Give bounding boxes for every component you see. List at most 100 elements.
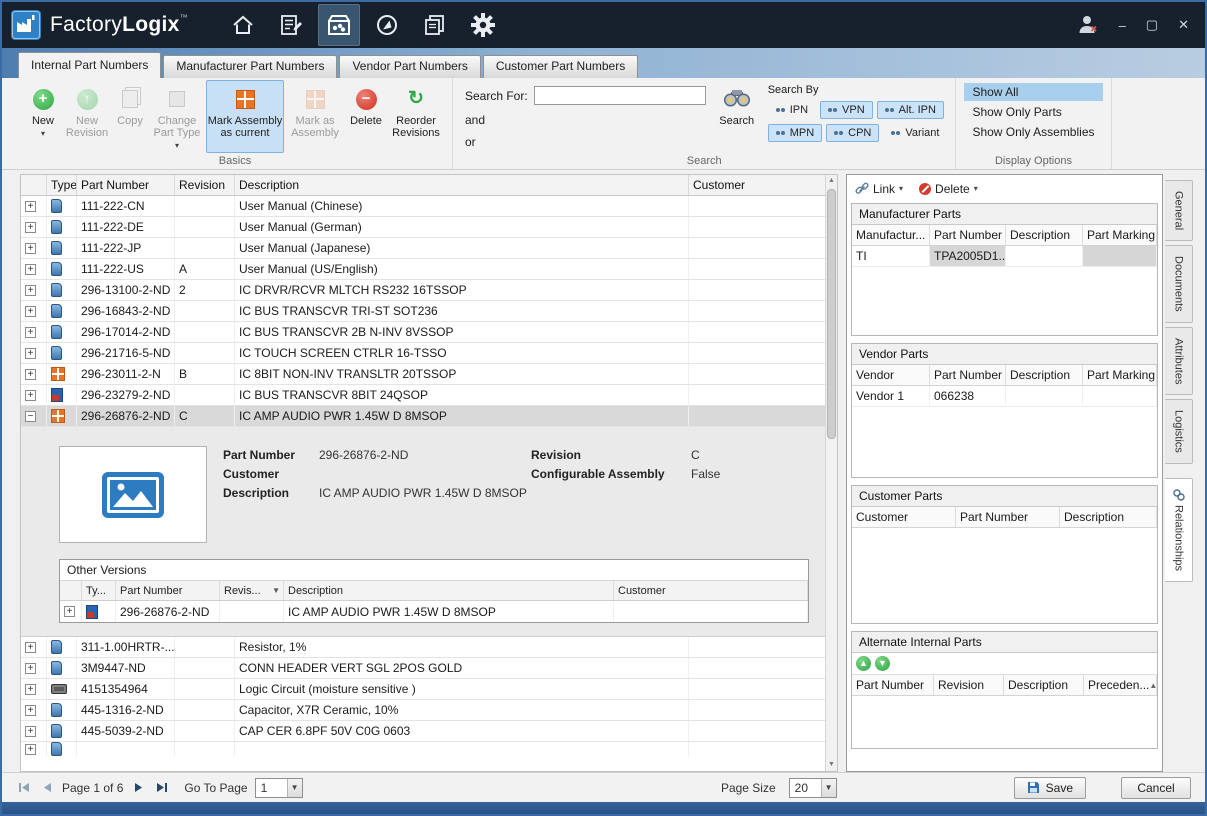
revision-cell[interactable] <box>175 238 235 258</box>
part-row[interactable]: + 296-23011-2-N B IC 8BIT NON-INV TRANSL… <box>21 364 826 385</box>
part-image-placeholder[interactable] <box>59 446 207 543</box>
revision-cell[interactable]: 2 <box>175 280 235 300</box>
new-revision-button[interactable]: ↑ New Revision <box>62 80 112 153</box>
col-header-description[interactable]: Description <box>1060 507 1157 527</box>
expand-button[interactable]: + <box>25 705 36 716</box>
col-header-vendor[interactable]: Vendor <box>852 365 930 385</box>
col-header-description[interactable]: Description <box>1006 225 1083 245</box>
navigator-icon[interactable] <box>366 4 408 46</box>
col-header-revision[interactable]: Revis...▼ <box>220 581 284 600</box>
mark-as-assembly-button[interactable]: Mark as Assembly <box>284 80 346 153</box>
customer-cell[interactable] <box>689 364 826 384</box>
side-tab-attributes[interactable]: Attributes <box>1165 327 1193 395</box>
customer-cell[interactable] <box>689 196 826 216</box>
maximize-button[interactable]: ▢ <box>1146 17 1158 33</box>
filter-chip-cpn[interactable]: CPN <box>826 124 879 142</box>
user-logout-icon[interactable] <box>1077 13 1099 38</box>
page-size-select[interactable]: 20 ▼ <box>789 778 837 798</box>
col-header-manufacturer[interactable]: Manufactur... <box>852 225 930 245</box>
reorder-revisions-button[interactable]: ↻ Reorder Revisions <box>386 80 446 153</box>
vertical-scrollbar[interactable]: ▲ ▼ <box>825 175 837 771</box>
revision-cell[interactable] <box>175 196 235 216</box>
customer-cell[interactable] <box>689 343 826 363</box>
customer-cell[interactable] <box>689 217 826 237</box>
part-number-cell[interactable]: 296-16843-2-ND <box>77 301 175 321</box>
revision-cell[interactable]: B <box>175 364 235 384</box>
filter-chip-ipn[interactable]: IPN <box>768 101 816 119</box>
col-header-customer[interactable]: Customer <box>614 581 808 600</box>
link-button[interactable]: Link▾ <box>855 182 903 196</box>
revision-cell[interactable]: C <box>175 406 235 426</box>
part-number-cell[interactable]: 296-26876-2-ND <box>77 406 175 426</box>
description-cell[interactable]: IC AMP AUDIO PWR 1.45W D 8MSOP <box>284 601 614 622</box>
description-cell[interactable]: IC DRVR/RCVR MLTCH RS232 16TSSOP <box>235 280 689 300</box>
filter-chip-variant[interactable]: Variant <box>883 124 947 142</box>
cancel-button[interactable]: Cancel <box>1121 777 1191 799</box>
part-number-cell[interactable]: 3M9447-ND <box>77 658 175 678</box>
col-header-description[interactable]: Description <box>235 175 689 195</box>
expand-button[interactable]: + <box>25 264 36 275</box>
part-number-cell[interactable]: 111-222-US <box>77 259 175 279</box>
first-page-button[interactable] <box>16 781 32 795</box>
col-header-customer[interactable]: Customer <box>689 175 826 195</box>
col-header-description[interactable]: Description <box>1004 675 1084 695</box>
col-header-part-number[interactable]: Part Number <box>77 175 175 195</box>
worksheet-icon[interactable] <box>270 4 312 46</box>
col-header-type[interactable]: Type <box>47 175 77 195</box>
expand-button[interactable]: + <box>25 222 36 233</box>
part-row[interactable]: + 296-21716-5-ND IC TOUCH SCREEN CTRLR 1… <box>21 343 826 364</box>
description-cell[interactable]: IC AMP AUDIO PWR 1.45W D 8MSOP <box>235 406 689 426</box>
filter-chip-mpn[interactable]: MPN <box>768 124 822 142</box>
description-cell[interactable] <box>1006 386 1083 406</box>
part-number-cell[interactable]: 111-222-JP <box>77 238 175 258</box>
scroll-up-icon[interactable]: ▲ <box>826 175 837 187</box>
col-header-part-marking[interactable]: Part Marking <box>1083 225 1157 245</box>
part-row[interactable]: + 296-13100-2-ND 2 IC DRVR/RCVR MLTCH RS… <box>21 280 826 301</box>
expand-button[interactable]: + <box>25 726 36 737</box>
revision-cell[interactable] <box>175 301 235 321</box>
part-row[interactable]: + 111-222-US A User Manual (US/English) <box>21 259 826 280</box>
expand-button[interactable]: + <box>25 390 36 401</box>
settings-gear-icon[interactable] <box>462 4 504 46</box>
home-icon[interactable] <box>222 4 264 46</box>
part-number-cell[interactable]: 296-26876-2-ND <box>116 601 220 622</box>
expand-button[interactable]: + <box>25 642 36 653</box>
expand-button[interactable]: + <box>25 684 36 695</box>
part-number-cell[interactable]: 296-13100-2-ND <box>77 280 175 300</box>
part-number-cell[interactable]: 296-23011-2-N <box>77 364 175 384</box>
revision-cell[interactable] <box>175 700 235 720</box>
part-number-cell[interactable]: TPA2005D1... <box>930 246 1006 266</box>
documents-icon[interactable] <box>414 4 456 46</box>
scroll-down-icon[interactable]: ▼ <box>826 759 837 771</box>
show-only-assemblies-option[interactable]: Show Only Assemblies <box>964 123 1102 141</box>
customer-cell[interactable] <box>689 322 826 342</box>
search-button[interactable]: Search <box>710 80 764 153</box>
manufacturer-cell[interactable]: TI <box>852 246 930 266</box>
expand-button[interactable]: + <box>25 243 36 254</box>
save-button[interactable]: Save <box>1014 777 1086 799</box>
vendor-part-row[interactable]: Vendor 1 066238 <box>852 386 1157 407</box>
col-header-revision[interactable]: Revision <box>934 675 1004 695</box>
revision-cell[interactable] <box>175 343 235 363</box>
side-tab-logistics[interactable]: Logistics <box>1165 399 1193 464</box>
col-header-description[interactable]: Description <box>284 581 614 600</box>
revision-cell[interactable] <box>175 217 235 237</box>
part-marking-cell[interactable] <box>1083 246 1157 266</box>
part-row[interactable]: + 111-222-JP User Manual (Japanese) <box>21 238 826 259</box>
description-cell[interactable] <box>1006 246 1083 266</box>
vendor-cell[interactable]: Vendor 1 <box>852 386 930 406</box>
col-header-part-number[interactable]: Part Number <box>930 365 1006 385</box>
part-row[interactable]: + 111-222-CN User Manual (Chinese) <box>21 196 826 217</box>
side-tab-relationships[interactable]: Relationships <box>1165 478 1193 582</box>
col-header-description[interactable]: Description <box>1006 365 1083 385</box>
revision-cell[interactable] <box>175 658 235 678</box>
filter-chip-vpn[interactable]: VPN <box>820 101 873 119</box>
col-header-type[interactable]: Ty... <box>82 581 116 600</box>
goto-page-select[interactable]: 1 ▼ <box>255 778 303 798</box>
scrollbar-thumb[interactable] <box>827 189 836 439</box>
expand-button[interactable]: + <box>25 348 36 359</box>
change-part-type-button[interactable]: Change Part Type▾ <box>148 80 206 153</box>
delete-button[interactable]: − Delete <box>346 80 386 153</box>
col-header-part-number[interactable]: Part Number <box>956 507 1060 527</box>
other-version-row[interactable]: + 296-26876-2-ND IC AMP AUDIO PWR 1.45W … <box>60 601 808 622</box>
